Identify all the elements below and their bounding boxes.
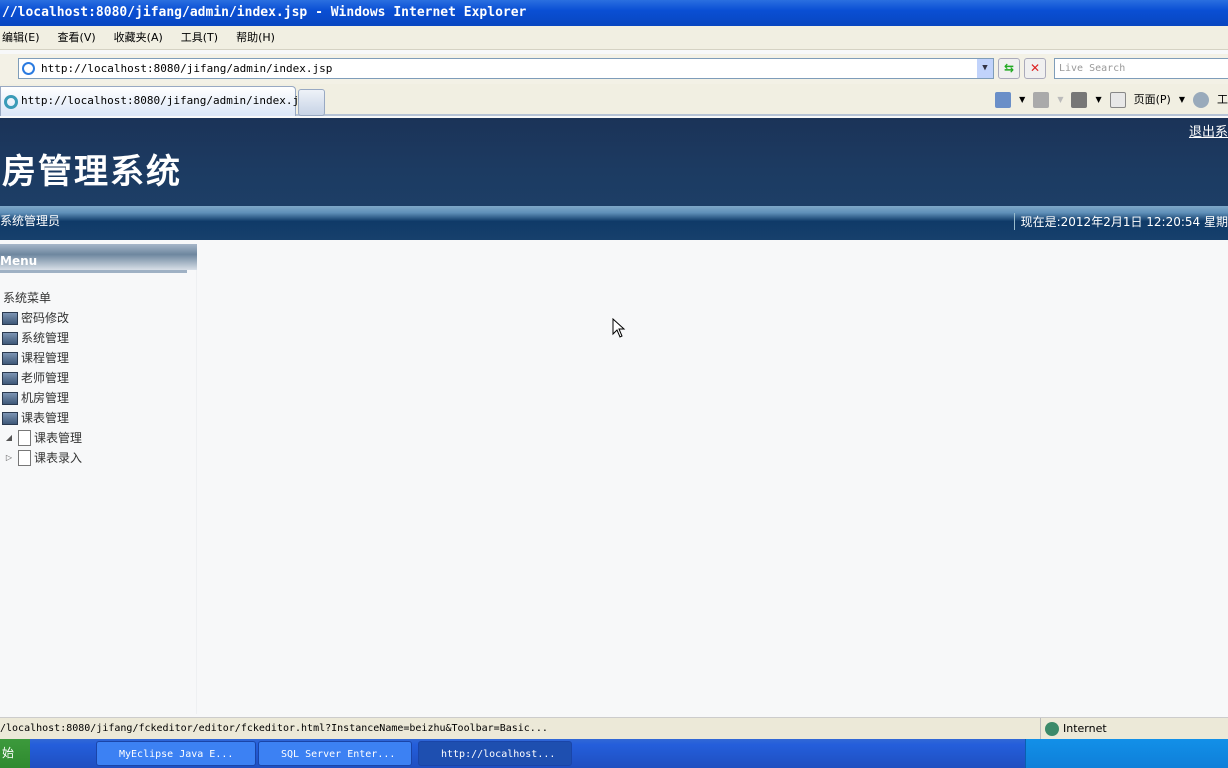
ie-page-icon	[22, 62, 35, 75]
tree-item-schedule[interactable]: 课表管理	[0, 408, 196, 428]
sidebar: Menu 系统菜单 密码修改 系统管理 课程管理 老师管理 机房管理 课表管理 …	[0, 244, 197, 714]
tree-item-system[interactable]: 系统管理	[0, 328, 196, 348]
address-url: http://localhost:8080/jifang/admin/index…	[41, 62, 333, 75]
window-title: //localhost:8080/jifang/admin/index.jsp …	[2, 5, 527, 20]
loading-icon	[4, 95, 18, 109]
tree-item-label: 老师管理	[21, 371, 70, 385]
current-time: 现在是:2012年2月1日 12:20:54 星期	[1013, 213, 1228, 230]
print-icon[interactable]	[1071, 92, 1088, 108]
menu-tools[interactable]: 工具(T)	[181, 31, 218, 44]
logout-link[interactable]: 退出系	[1189, 121, 1228, 140]
tree-item-label: 系统管理	[21, 331, 70, 345]
info-strip: 系统管理员 现在是:2012年2月1日 12:20:54 星期	[0, 206, 1228, 240]
menu-favorites[interactable]: 收藏夹(A)	[114, 31, 163, 44]
window-title-bar: //localhost:8080/jifang/admin/index.jsp …	[0, 0, 1228, 26]
taskbar-item-sqlserver[interactable]: SQL Server Enter...	[258, 741, 412, 766]
status-bar: /localhost:8080/jifang/fckeditor/editor/…	[0, 717, 1228, 740]
gear-icon	[1193, 92, 1209, 108]
folder-icon	[2, 391, 18, 405]
tree-item-course[interactable]: 课程管理	[0, 348, 196, 368]
menu-view[interactable]: 查看(V)	[58, 31, 96, 44]
tab-row: http://localhost:8080/jifang/admin/index…	[0, 84, 1228, 116]
tab-current[interactable]: http://localhost:8080/jifang/admin/index…	[0, 86, 312, 116]
tab-label: http://localhost:8080/jifang/admin/index…	[21, 94, 313, 107]
home-dropdown-icon[interactable]: ▼	[1019, 90, 1025, 110]
taskbar: 始 MyEclipse Java E... SQL Server Enter..…	[0, 739, 1228, 768]
security-zone[interactable]: Internet	[1040, 718, 1200, 740]
tree-child-schedule-entry[interactable]: ▷ 课表录入	[0, 448, 196, 468]
page-menu-button[interactable]: 页面(P)	[1134, 90, 1171, 110]
mouse-cursor-icon	[612, 318, 626, 338]
tree-item-label: 课表管理	[34, 431, 83, 445]
tree-root[interactable]: 系统菜单	[0, 288, 196, 308]
menu-edit[interactable]: 编辑(E)	[2, 31, 40, 44]
site-title: 房管理系统	[2, 152, 182, 192]
tree-child-schedule-manage[interactable]: ◢ 课表管理	[0, 428, 196, 448]
expanded-arrow-icon[interactable]: ◢	[0, 428, 18, 448]
address-bar[interactable]: http://localhost:8080/jifang/admin/index…	[18, 58, 994, 79]
tree-item-label: 密码修改	[21, 311, 70, 325]
sidebar-title: Menu	[0, 244, 197, 270]
status-text: /localhost:8080/jifang/fckeditor/editor/…	[0, 723, 548, 734]
current-user: 系统管理员	[0, 214, 61, 228]
new-tab-button[interactable]	[298, 89, 325, 116]
print-dropdown-icon[interactable]: ▼	[1095, 90, 1101, 110]
folder-open-icon	[2, 411, 18, 425]
tree-item-password[interactable]: 密码修改	[0, 308, 196, 328]
tree-item-teacher[interactable]: 老师管理	[0, 368, 196, 388]
tree-item-label: 课程管理	[21, 351, 70, 365]
tools-menu-button[interactable]: 工	[1217, 90, 1228, 110]
taskbar-item-ie[interactable]: http://localhost...	[418, 741, 572, 766]
address-row: http://localhost:8080/jifang/admin/index…	[0, 54, 1228, 84]
globe-icon	[1045, 722, 1059, 736]
site-header: 房管理系统 退出系	[0, 118, 1228, 206]
address-dropdown-button[interactable]: ▼	[977, 59, 993, 78]
zone-label: Internet	[1063, 722, 1107, 735]
folder-icon	[2, 351, 18, 365]
tree-item-room[interactable]: 机房管理	[0, 388, 196, 408]
main-content	[198, 240, 1228, 716]
document-icon	[18, 430, 31, 446]
menu-bar: 编辑(E) 查看(V) 收藏夹(A) 工具(T) 帮助(H)	[0, 26, 1228, 50]
collapsed-arrow-icon[interactable]: ▷	[0, 448, 18, 468]
tree-item-label: 机房管理	[21, 391, 70, 405]
tree-item-label: 课表录入	[34, 451, 83, 465]
folder-icon	[2, 311, 18, 325]
refresh-button[interactable]: ⇆	[998, 58, 1020, 79]
tree-item-label: 课表管理	[21, 411, 70, 425]
system-tray	[1025, 739, 1228, 768]
taskbar-item-myeclipse[interactable]: MyEclipse Java E...	[96, 741, 256, 766]
folder-icon	[2, 331, 18, 345]
menu-tree: 系统菜单 密码修改 系统管理 课程管理 老师管理 机房管理 课表管理 ◢ 课表管理…	[0, 288, 196, 468]
page-dropdown-icon[interactable]: ▼	[1179, 90, 1185, 110]
menu-help[interactable]: 帮助(H)	[236, 31, 275, 44]
page-icon	[1109, 92, 1126, 108]
stop-button[interactable]: ✕	[1024, 58, 1046, 79]
home-icon[interactable]	[995, 92, 1012, 108]
feeds-dropdown-icon: ▼	[1057, 95, 1064, 104]
search-input[interactable]: Live Search	[1054, 58, 1228, 79]
start-button[interactable]: 始	[0, 739, 30, 768]
divider	[0, 270, 187, 273]
folder-icon	[2, 371, 18, 385]
document-icon	[18, 450, 31, 466]
feeds-icon[interactable]	[1033, 92, 1050, 108]
